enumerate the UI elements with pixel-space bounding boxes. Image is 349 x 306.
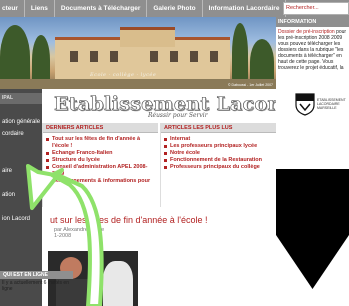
sidebar-item-scolaire[interactable]: aire bbox=[0, 167, 12, 175]
most-read-link[interactable]: Internat bbox=[164, 136, 273, 143]
latest-article-link[interactable]: Renseignements & informations pour bbox=[46, 178, 155, 185]
crest-shape bbox=[276, 169, 349, 289]
search-input[interactable]: Rechercher... bbox=[283, 2, 349, 15]
latest-article-link[interactable]: Conseil d'administration APEL 2008-2009 bbox=[46, 164, 155, 178]
crest-line-3: MARSEILLE bbox=[317, 106, 337, 110]
nav-item-recteur[interactable]: cteur bbox=[0, 0, 25, 17]
info-panel: INFORMATION LACORDAIRE Dossier de pré-in… bbox=[276, 17, 349, 89]
info-panel-text: Dossier de pré-inscription pour les pré-… bbox=[276, 27, 349, 73]
sidebar-item-information[interactable]: ation bbox=[0, 191, 15, 199]
right-column bbox=[276, 123, 349, 306]
sidebar-item-presentation[interactable]: ation générale bbox=[0, 118, 40, 126]
crest-caption: ETABLISSEMENT LACORDAIRE MARSEILLE bbox=[317, 98, 346, 110]
school-motto: Réussir pour Servir bbox=[148, 112, 208, 119]
info-panel-heading: INFORMATION LACORDAIRE bbox=[276, 17, 349, 33]
online-heading: QUI EST EN LIGNE bbox=[0, 271, 73, 279]
nav-item-documents[interactable]: Documents à Télécharger bbox=[55, 0, 148, 17]
latest-articles: DERNIERS ARTICLES Tout sur les fêtes de … bbox=[42, 123, 158, 207]
hero-credit: © Daboussi - 1er Juillet 2007 bbox=[228, 83, 273, 87]
school-crest-icon bbox=[295, 93, 315, 116]
most-read-link[interactable]: Notre école bbox=[164, 150, 273, 157]
sidebar-heading: IPAL bbox=[0, 93, 42, 104]
crest-area: ETABLISSEMENT LACORDAIRE MARSEILLE bbox=[276, 89, 349, 123]
hero-photo: Ecole · collège · lycée © Daboussi - 1er… bbox=[0, 17, 276, 89]
nav-item-information[interactable]: Information Lacordaire bbox=[203, 0, 287, 17]
article-meta: par Alexandre Berne 1-2008 bbox=[54, 227, 104, 239]
most-read-link[interactable]: Fonctionnement de la Restauration bbox=[164, 157, 273, 164]
article-title[interactable]: ut sur les fêtes de fin d'année à l'écol… bbox=[50, 215, 208, 225]
top-navigation: cteur Liens Documents à Télécharger Gale… bbox=[0, 0, 349, 17]
latest-article-link[interactable]: Echange Franco-Italien bbox=[46, 150, 155, 157]
most-read-link[interactable]: Les professeurs principaux lycée bbox=[164, 143, 273, 150]
nav-item-galerie[interactable]: Galerie Photo bbox=[147, 0, 203, 17]
most-read-link[interactable]: Professeurs principaux du collège bbox=[164, 164, 273, 171]
sidebar-item-lacordaire[interactable]: cordaire bbox=[0, 130, 24, 138]
info-panel-body: pour les pré-inscription 2008 2009 vous … bbox=[278, 29, 347, 71]
nav-item-liens[interactable]: Liens bbox=[25, 0, 55, 17]
most-read-heading: ARTICLES LES PLUS LUS bbox=[161, 123, 276, 133]
latest-article-link[interactable]: Structure du lycée bbox=[46, 157, 155, 164]
latest-article-link[interactable]: Tout sur les fêtes de fin d'année à l'éc… bbox=[46, 136, 155, 150]
school-banner: Etablissement Lacordaire Réussir pour Se… bbox=[42, 89, 334, 123]
hero-caption: Ecole · collège · lycée bbox=[90, 72, 157, 78]
most-read-articles: ARTICLES LES PLUS LUS Internat Les profe… bbox=[160, 123, 276, 207]
latest-articles-heading: DERNIERS ARTICLES bbox=[43, 123, 158, 133]
sidebar-item-association[interactable]: ion Lacord bbox=[0, 215, 30, 223]
online-text: Il y a actuellement 6 invités en ligne bbox=[2, 280, 69, 292]
article-date: 1-2008 bbox=[54, 233, 72, 239]
featured-article: ut sur les fêtes de fin d'année à l'écol… bbox=[42, 207, 276, 306]
